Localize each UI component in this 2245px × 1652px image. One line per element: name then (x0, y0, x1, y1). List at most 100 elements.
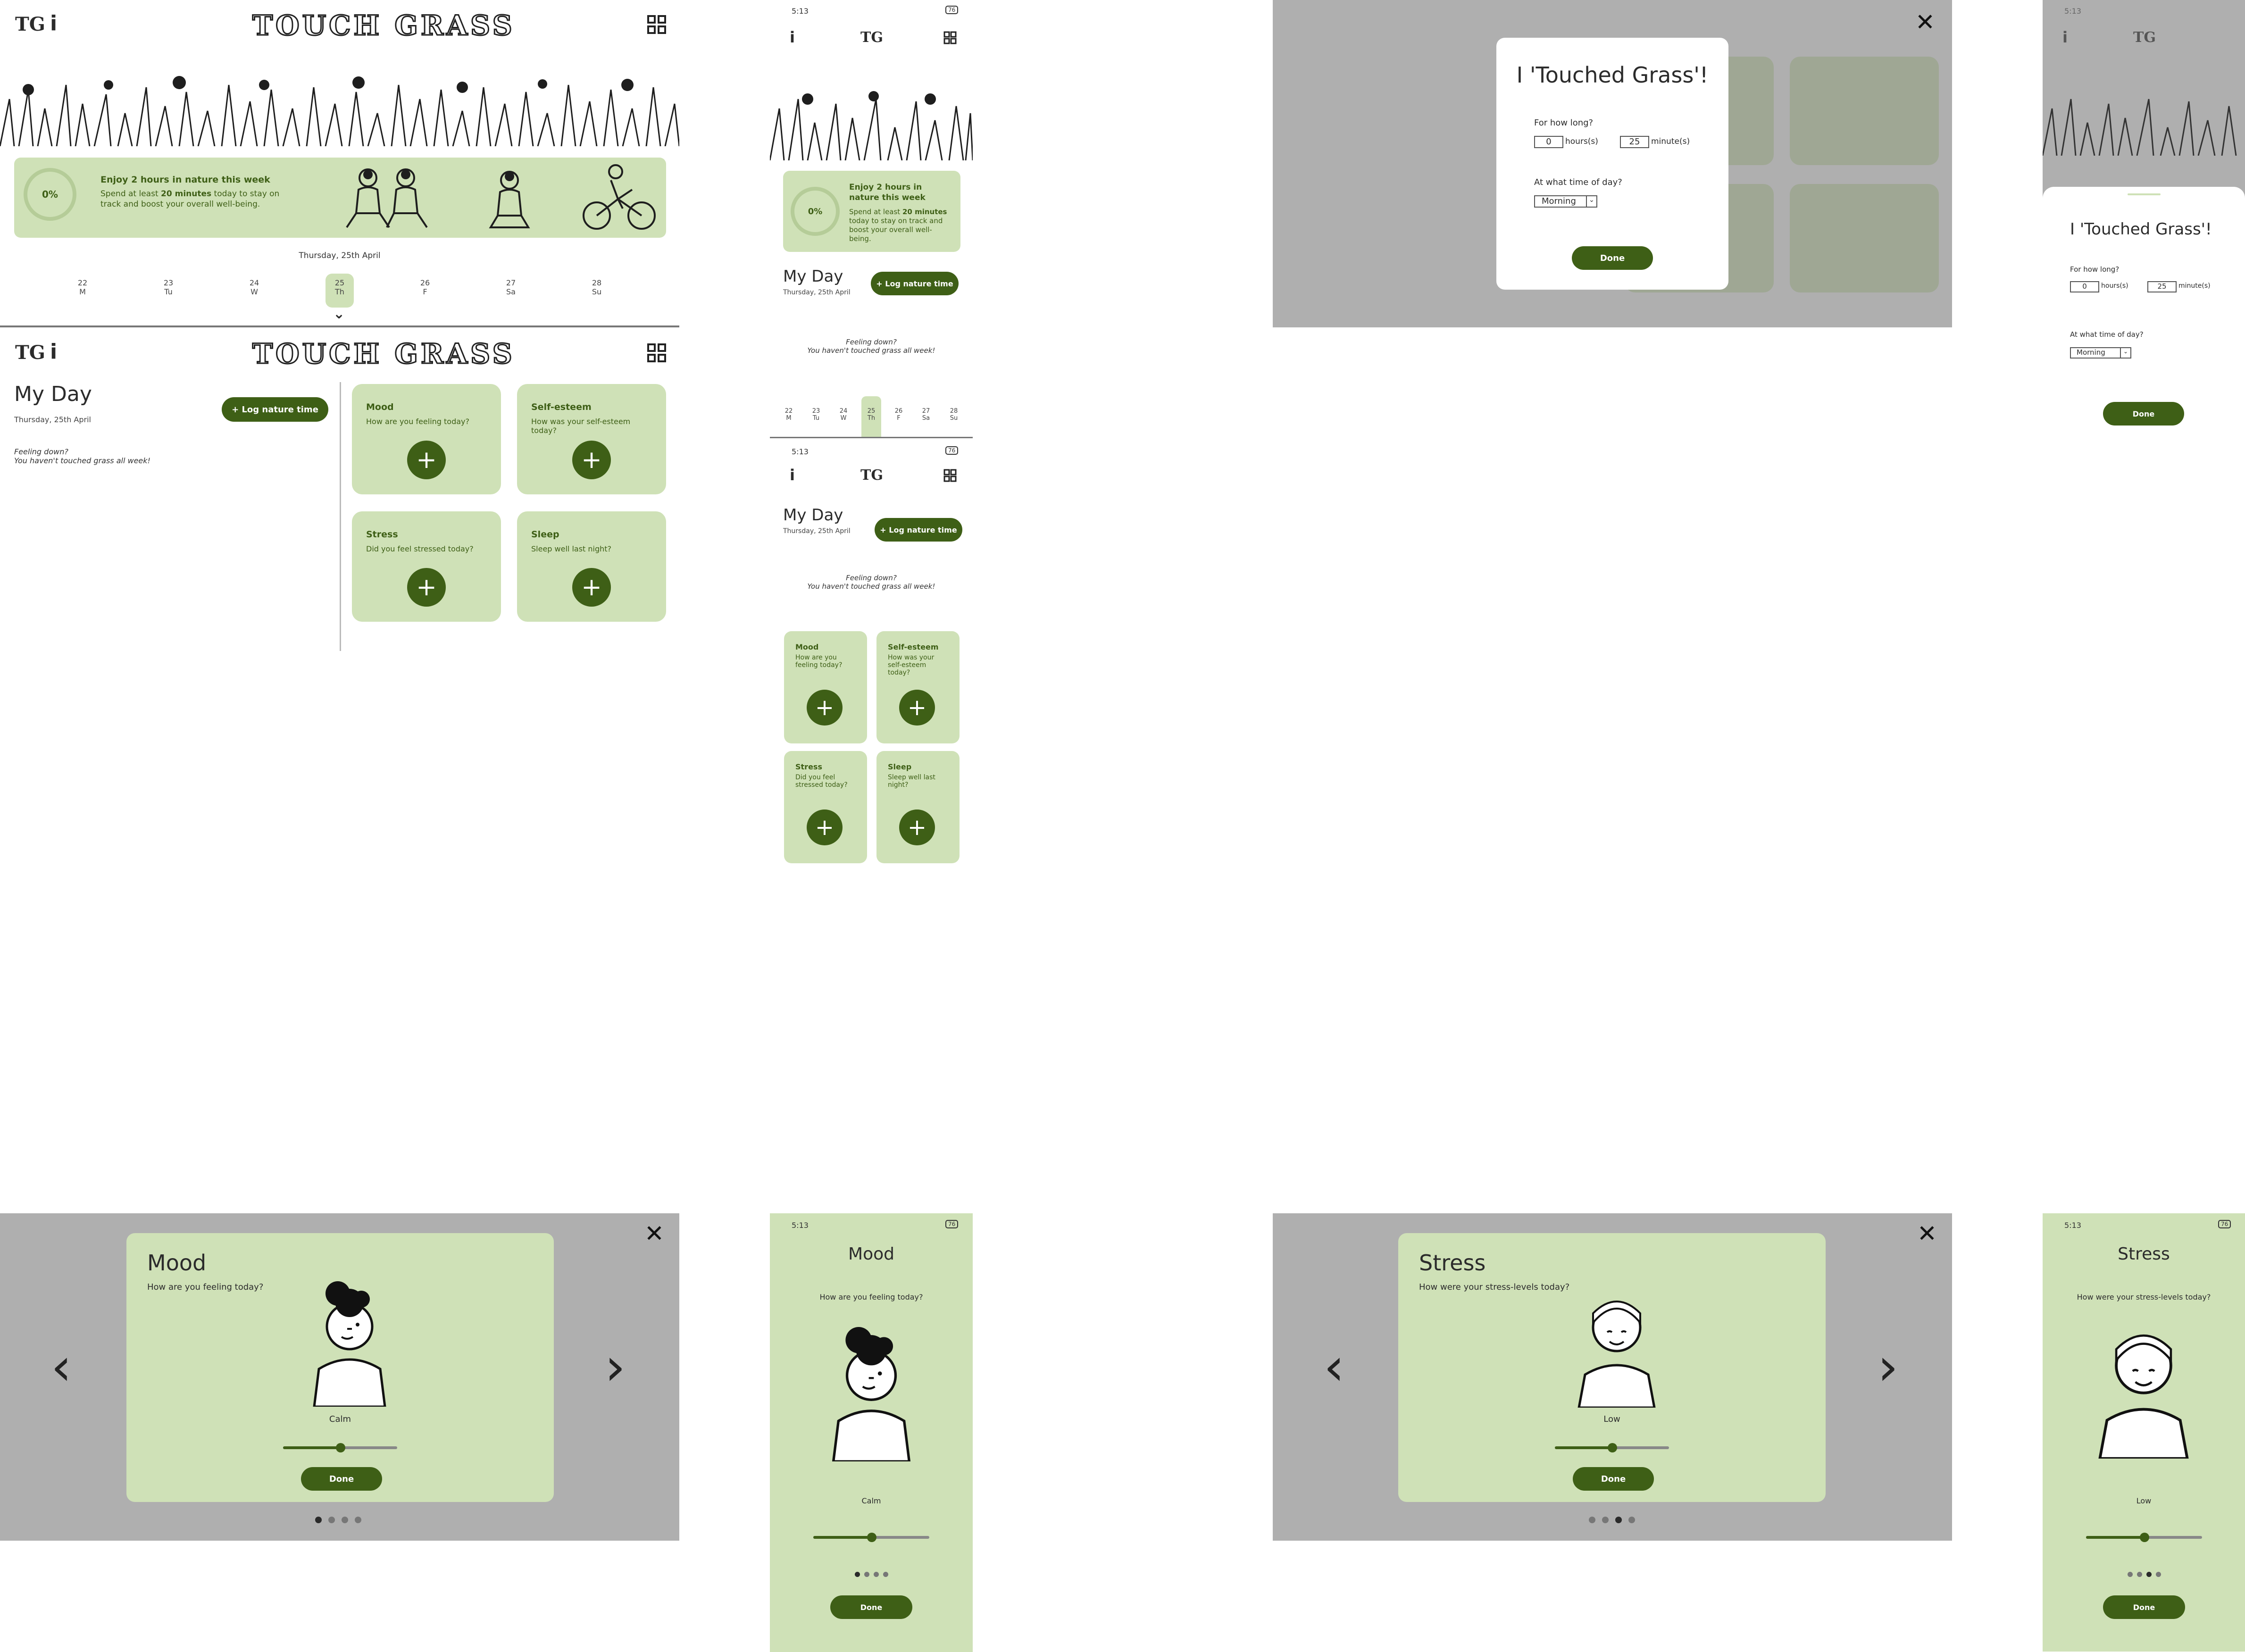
calendar-day[interactable]: 23 Tu (157, 278, 180, 296)
add-stress-button[interactable]: + (407, 568, 446, 607)
card-title: Stress (795, 762, 822, 771)
mood-card[interactable]: Mood How are you feeling today? + (352, 384, 501, 494)
character-illustration (1577, 1301, 1656, 1408)
divider (770, 437, 973, 438)
mood-slider-thumb[interactable] (336, 1443, 345, 1452)
done-button[interactable]: Done (2103, 402, 2184, 426)
mood-slider-thumb[interactable] (867, 1533, 876, 1542)
add-sleep-button[interactable]: + (899, 809, 935, 845)
calendar-day[interactable]: 27 Sa (499, 278, 523, 296)
page-dot[interactable] (2137, 1572, 2142, 1577)
page-dot[interactable] (2128, 1572, 2133, 1577)
done-button[interactable]: Done (2103, 1595, 2185, 1619)
stress-slider-thumb[interactable] (1608, 1443, 1617, 1452)
add-mood-button[interactable]: + (407, 441, 446, 479)
mobile-log-sheet: 5:13 i TG I 'Touched Grass'! For how lon… (2043, 0, 2245, 439)
grid-menu-icon[interactable] (647, 15, 666, 34)
page-dot[interactable] (342, 1517, 348, 1523)
mood-card[interactable]: Mood How are you feeling today? + (784, 631, 867, 743)
sheet-handle[interactable] (2128, 193, 2161, 195)
log-nature-time-button[interactable]: + Log nature time (222, 397, 328, 422)
page-dot[interactable] (2156, 1572, 2161, 1577)
prev-chevron-icon[interactable]: ‹ (51, 1341, 72, 1393)
calendar-day[interactable]: 27 Sa (917, 408, 935, 422)
calendar-day[interactable]: 26 F (889, 408, 908, 422)
page-dot[interactable] (864, 1572, 869, 1577)
close-icon[interactable]: ✕ (1917, 1220, 1937, 1247)
page-dot[interactable] (883, 1572, 888, 1577)
close-icon[interactable]: ✕ (1915, 8, 1935, 36)
calendar-day-selected[interactable]: 25 Th (328, 278, 351, 296)
logo-icon[interactable]: TG (860, 29, 883, 46)
add-mood-button[interactable]: + (807, 690, 843, 726)
logo-icon[interactable]: TG (2133, 29, 2156, 46)
calendar-date-label: Thursday, 25th April (299, 251, 381, 260)
stress-slider-thumb[interactable] (2140, 1533, 2149, 1542)
done-button[interactable]: Done (301, 1467, 382, 1491)
calendar-day[interactable]: 24 W (242, 278, 266, 296)
stress-card[interactable]: Stress Did you feel stressed today? + (352, 511, 501, 622)
desktop-stress-modal-screen: ✕ ‹ › Stress How were your stress-levels… (1273, 1213, 1952, 1541)
duration-label: For how long? (2070, 265, 2120, 274)
stress-card[interactable]: Stress Did you feel stressed today? + (784, 751, 867, 863)
add-stress-button[interactable]: + (807, 809, 843, 845)
calendar-day[interactable]: 26 F (413, 278, 437, 296)
page-dot-active[interactable] (2146, 1572, 2152, 1577)
page-dot[interactable] (1628, 1517, 1635, 1523)
page-dot[interactable] (328, 1517, 335, 1523)
page-dot[interactable] (1602, 1517, 1609, 1523)
logo-icon[interactable]: TG (15, 342, 45, 364)
info-icon[interactable]: i (790, 466, 795, 484)
add-self-esteem-button[interactable]: + (899, 690, 935, 726)
grid-menu-icon[interactable] (943, 31, 957, 44)
page-dot-active[interactable] (315, 1517, 322, 1523)
app-title: TOUCH GRASS (252, 9, 515, 42)
page-dot[interactable] (355, 1517, 361, 1523)
page-dot-active[interactable] (855, 1572, 860, 1577)
minutes-input[interactable]: 25 (1620, 136, 1649, 148)
card-desc: How are you feeling today? (366, 417, 470, 426)
mood-slider-fill (283, 1446, 340, 1449)
page-dot[interactable] (874, 1572, 879, 1577)
chevron-down-icon[interactable]: ⌄ (333, 306, 345, 322)
calendar-day-selected[interactable]: 25 Th (862, 408, 881, 422)
info-icon[interactable]: i (50, 11, 57, 35)
hours-input[interactable]: 0 (2070, 281, 2099, 292)
calendar-day[interactable]: 28 Su (944, 408, 963, 422)
info-icon[interactable]: i (2062, 28, 2068, 46)
done-button[interactable]: Done (830, 1595, 912, 1619)
done-button[interactable]: Done (1572, 246, 1653, 270)
time-of-day-select[interactable]: Morning ⌄ (1534, 195, 1597, 208)
time-of-day-select[interactable]: Morning ⌄ (2070, 347, 2131, 359)
hours-input[interactable]: 0 (1534, 136, 1563, 148)
calendar-day[interactable]: 24 W (834, 408, 853, 422)
add-sleep-button[interactable]: + (572, 568, 611, 607)
self-esteem-card[interactable]: Self-esteem How was your self-esteem tod… (876, 631, 960, 743)
info-icon[interactable]: i (50, 340, 57, 364)
prev-chevron-icon[interactable]: ‹ (1324, 1341, 1344, 1393)
calendar-day[interactable]: 22 M (71, 278, 94, 296)
self-esteem-card[interactable]: Self-esteem How was your self-esteem tod… (517, 384, 666, 494)
minutes-input[interactable]: 25 (2147, 281, 2177, 292)
logo-icon[interactable]: TG (15, 13, 45, 35)
next-chevron-icon[interactable]: › (1878, 1341, 1898, 1393)
grid-menu-icon[interactable] (647, 343, 666, 362)
calendar-day[interactable]: 28 Su (585, 278, 609, 296)
done-button[interactable]: Done (1573, 1467, 1654, 1491)
chevron-down-icon: ⌄ (2120, 348, 2130, 358)
page-dot-active[interactable] (1615, 1517, 1622, 1523)
logo-icon[interactable]: TG (860, 467, 883, 484)
next-chevron-icon[interactable]: › (605, 1341, 626, 1393)
add-self-esteem-button[interactable]: + (572, 441, 611, 479)
calendar-day[interactable]: 23 Tu (807, 408, 826, 422)
sleep-card[interactable]: Sleep Sleep well last night? + (876, 751, 960, 863)
time-of-day-label: At what time of day? (1534, 177, 1622, 187)
sleep-card[interactable]: Sleep Sleep well last night? + (517, 511, 666, 622)
page-dot[interactable] (1589, 1517, 1595, 1523)
log-nature-time-button[interactable]: + Log nature time (875, 518, 962, 542)
info-icon[interactable]: i (790, 28, 795, 46)
calendar-day[interactable]: 22 M (779, 408, 798, 422)
log-nature-time-button[interactable]: + Log nature time (871, 272, 959, 295)
grid-menu-icon[interactable] (943, 469, 957, 482)
close-icon[interactable]: ✕ (644, 1220, 664, 1247)
